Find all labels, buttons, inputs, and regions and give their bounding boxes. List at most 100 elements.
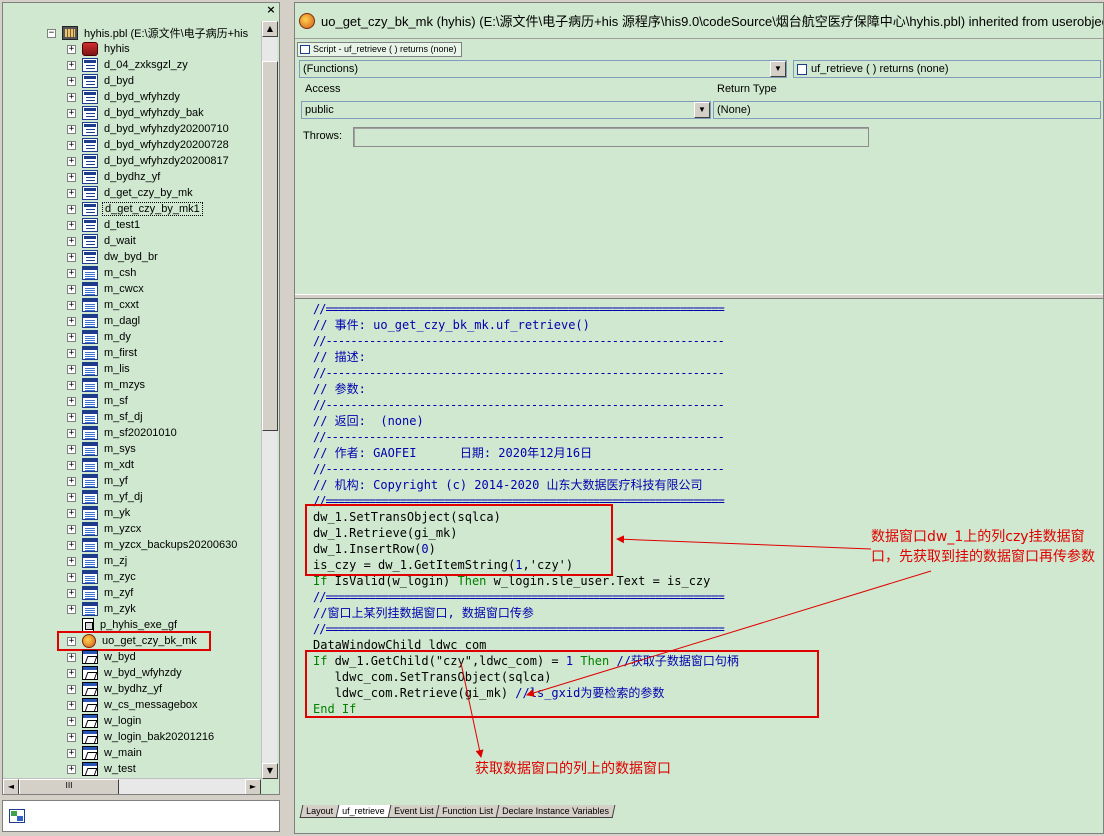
tree-item[interactable]: + dw_byd_br xyxy=(3,249,261,265)
tree-item[interactable]: + m_yf xyxy=(3,473,261,489)
script-tab[interactable]: Script - uf_retrieve ( ) returns (none) xyxy=(297,41,462,57)
tree-item[interactable]: p_hyhis_exe_gf xyxy=(3,617,261,633)
throws-field[interactable] xyxy=(353,127,869,147)
tree-item[interactable]: + m_mzys xyxy=(3,377,261,393)
tree-item[interactable]: + m_yzcx_backups20200630 xyxy=(3,537,261,553)
pane-splitter[interactable] xyxy=(282,0,294,836)
tree-item[interactable]: + m_zyc xyxy=(3,569,261,585)
tree-item[interactable]: + w_byd_wfyhzdy xyxy=(3,665,261,681)
library-root-node[interactable]: − hyhis.pbl (E:\源文件\电子病历+his xyxy=(47,25,250,41)
expand-icon[interactable]: + xyxy=(67,380,76,390)
tree-item[interactable]: + d_byd xyxy=(3,73,261,89)
signature-dropdown[interactable]: uf_retrieve ( ) returns (none) xyxy=(793,60,1101,78)
tree-item[interactable]: + w_main xyxy=(3,745,261,761)
tree-item[interactable]: + m_dagl xyxy=(3,313,261,329)
scroll-right-arrow-icon[interactable]: ► xyxy=(245,779,261,794)
tree-item[interactable]: + d_byd_wfyhzdy20200710 xyxy=(3,121,261,137)
expand-icon[interactable]: + xyxy=(67,268,76,278)
tree-item[interactable]: + d_wait xyxy=(3,233,261,249)
expand-icon[interactable]: + xyxy=(67,700,76,710)
tree-item[interactable]: + m_cxxt xyxy=(3,297,261,313)
tree-item[interactable]: + w_cs_messagebox xyxy=(3,697,261,713)
expand-icon[interactable]: + xyxy=(67,412,76,422)
expand-icon[interactable]: + xyxy=(67,140,76,150)
dropdown-arrow-icon[interactable]: ▼ xyxy=(770,61,786,77)
tree-item[interactable]: + m_first xyxy=(3,345,261,361)
expand-icon[interactable]: + xyxy=(67,588,76,598)
expand-icon[interactable]: + xyxy=(67,572,76,582)
collapse-icon[interactable]: − xyxy=(47,28,56,38)
tree-item[interactable]: + d_byd_wfyhzdy_bak xyxy=(3,105,261,121)
expand-icon[interactable]: + xyxy=(67,108,76,118)
expand-icon[interactable]: + xyxy=(67,364,76,374)
tree-item[interactable]: + d_get_czy_by_mk xyxy=(3,185,261,201)
horizontal-scroll-thumb[interactable]: III xyxy=(19,779,119,794)
scroll-thumb[interactable] xyxy=(262,61,278,431)
tree-item[interactable]: + m_zyf xyxy=(3,585,261,601)
expand-icon[interactable]: + xyxy=(67,428,76,438)
functions-dropdown[interactable]: (Functions) ▼ xyxy=(299,60,787,78)
tree-item[interactable]: + m_yzcx xyxy=(3,521,261,537)
expand-icon[interactable]: + xyxy=(67,172,76,182)
tree-item[interactable]: + m_csh xyxy=(3,265,261,281)
expand-icon[interactable]: + xyxy=(67,508,76,518)
tree-item[interactable]: + uo_get_czy_bk_mk xyxy=(57,631,211,651)
tree-item[interactable]: + d_bydhz_yf xyxy=(3,169,261,185)
expand-icon[interactable]: + xyxy=(67,252,76,262)
tree-item[interactable]: + m_zj xyxy=(3,553,261,569)
library-view-icon[interactable] xyxy=(9,809,25,823)
tree-item[interactable]: + m_dy xyxy=(3,329,261,345)
tree-item[interactable]: + d_byd_wfyhzdy20200817 xyxy=(3,153,261,169)
editor-tab[interactable]: Layout xyxy=(299,805,340,818)
expand-icon[interactable]: + xyxy=(67,540,76,550)
expand-icon[interactable]: + xyxy=(67,92,76,102)
expand-icon[interactable]: + xyxy=(67,444,76,454)
close-tree-icon[interactable]: × xyxy=(265,4,277,17)
tree-item[interactable]: + hyhis xyxy=(3,41,261,57)
expand-icon[interactable]: + xyxy=(67,348,76,358)
tree-item[interactable]: + m_zyk xyxy=(3,601,261,617)
tree-item[interactable]: + m_sf_dj xyxy=(3,409,261,425)
scroll-up-arrow-icon[interactable]: ▲ xyxy=(262,21,278,37)
expand-icon[interactable]: + xyxy=(67,684,76,694)
tree-item[interactable]: + w_byd xyxy=(3,649,261,665)
expand-icon[interactable]: + xyxy=(67,716,76,726)
access-dropdown[interactable]: public ▼ xyxy=(301,101,711,119)
scroll-left-arrow-icon[interactable]: ◄ xyxy=(3,779,19,794)
tree-item[interactable]: + w_bydhz_yf xyxy=(3,681,261,697)
expand-icon[interactable]: + xyxy=(67,188,76,198)
expand-icon[interactable]: + xyxy=(67,44,76,54)
tree-item[interactable]: + d_byd_wfyhzdy xyxy=(3,89,261,105)
return-type-dropdown[interactable]: (None) xyxy=(713,101,1101,119)
tree-item[interactable]: + d_byd_wfyhzdy20200728 xyxy=(3,137,261,153)
expand-icon[interactable]: + xyxy=(67,76,76,86)
tree-vertical-scrollbar[interactable]: ▲ ▼ xyxy=(261,21,278,779)
expand-icon[interactable]: + xyxy=(67,492,76,502)
expand-icon[interactable]: + xyxy=(67,556,76,566)
tree-item[interactable]: + w_login_bak20201216 xyxy=(3,729,261,745)
expand-icon[interactable]: + xyxy=(67,732,76,742)
editor-tab[interactable]: Event List xyxy=(387,805,440,818)
expand-icon[interactable]: + xyxy=(67,652,76,662)
tree-item[interactable]: + m_cwcx xyxy=(3,281,261,297)
tree-item[interactable]: + w_login xyxy=(3,713,261,729)
expand-icon[interactable]: + xyxy=(67,476,76,486)
editor-tab[interactable]: Declare Instance Variables xyxy=(495,805,616,818)
tree-item[interactable]: + m_yk xyxy=(3,505,261,521)
expand-icon[interactable]: + xyxy=(67,156,76,166)
expand-icon[interactable]: + xyxy=(67,764,76,774)
tree-item[interactable]: + m_yf_dj xyxy=(3,489,261,505)
tree-item[interactable]: + m_sys xyxy=(3,441,261,457)
expand-icon[interactable]: + xyxy=(67,220,76,230)
tree-item[interactable]: + m_sf xyxy=(3,393,261,409)
tree-horizontal-scrollbar[interactable]: ◄ III ► xyxy=(3,778,261,794)
expand-icon[interactable]: + xyxy=(67,60,76,70)
tree-item[interactable]: + m_lis xyxy=(3,361,261,377)
expand-icon[interactable]: + xyxy=(67,636,76,646)
expand-icon[interactable]: + xyxy=(67,524,76,534)
expand-icon[interactable]: + xyxy=(67,204,76,214)
expand-icon[interactable]: + xyxy=(67,300,76,310)
expand-icon[interactable]: + xyxy=(67,236,76,246)
tree-item[interactable]: + d_04_zxksgzl_zy xyxy=(3,57,261,73)
expand-icon[interactable]: + xyxy=(67,604,76,614)
